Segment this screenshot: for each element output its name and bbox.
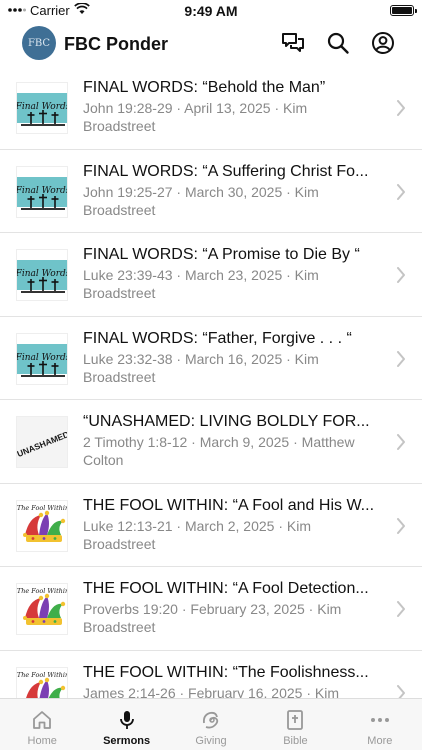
chevron-right-icon — [396, 350, 406, 367]
bible-icon — [284, 709, 306, 731]
sermon-title: “UNASHAMED: LIVING BOLDLY FOR... — [83, 413, 370, 430]
svg-text:The Fool Within: The Fool Within — [17, 504, 68, 512]
sermon-text: THE FOOL WITHIN: “The Foolishness... Jame… — [83, 663, 383, 699]
sermon-subtitle: James 2:14-26 · February 16, 2025 · Kim … — [83, 684, 340, 699]
sermon-row[interactable]: The Fool Within THE FOOL WITHIN: “The Foo… — [0, 651, 422, 699]
sermon-subtitle: John 19:25-27 · March 30, 2025 · Kim Bro… — [83, 183, 319, 218]
sermon-row[interactable]: The Fool Within THE FOOL WITHIN: “A Fool … — [0, 484, 422, 567]
status-time: 9:49 AM — [184, 3, 238, 19]
profile-icon[interactable] — [370, 30, 396, 56]
search-icon[interactable] — [325, 30, 351, 56]
microphone-icon — [116, 709, 138, 731]
sermon-row[interactable]: Final Words FINAL WORDS: “Father, Forgive… — [0, 317, 422, 400]
tab-label: More — [367, 735, 393, 747]
chevron-right-icon — [396, 684, 406, 698]
sermon-text: FINAL WORDS: “Father, Forgive . . . “ Luk… — [83, 329, 383, 386]
sermon-row[interactable]: Final Words FINAL WORDS: “Behold the Man”… — [0, 66, 422, 150]
sermon-subtitle: Luke 23:32-38 · March 16, 2025 · Kim Bro… — [83, 350, 319, 385]
app-title: FBC Ponder — [64, 34, 169, 54]
svg-text:The Fool Within: The Fool Within — [17, 587, 68, 595]
giving-icon — [200, 709, 222, 731]
sermon-title: THE FOOL WITHIN: “The Foolishness... — [83, 663, 369, 681]
tab-home[interactable]: Home — [0, 699, 84, 750]
tab-more[interactable]: More — [338, 699, 422, 750]
chevron-right-icon — [396, 434, 406, 450]
sermon-text: FINAL WORDS: “A Promise to Die By “ Luke … — [83, 245, 383, 302]
sermon-title: THE FOOL WITHIN: “A Fool and His W... — [83, 496, 375, 514]
tab-sermons[interactable]: Sermons — [84, 699, 168, 750]
sermon-subtitle: John 19:28-29 · April 13, 2025 · Kim Bro… — [83, 100, 308, 134]
sermon-list[interactable]: Final Words FINAL WORDS: “Behold the Man”… — [0, 66, 422, 698]
logo-text: FBC — [27, 37, 51, 49]
chevron-right-icon — [396, 601, 406, 617]
sermon-row[interactable]: UNASHAMED “UNASHAMED: LIVING BOLDLY FOR..… — [0, 400, 422, 484]
sermon-subtitle: 2 Timothy 1:8-12 · March 9, 2025 · Matth… — [83, 434, 355, 468]
sermon-title: FINAL WORDS: “Father, Forgive . . . “ — [83, 329, 352, 347]
sermon-row[interactable]: Final Words FINAL WORDS: “A Promise to Di… — [0, 233, 422, 317]
svg-text:The Fool Within: The Fool Within — [17, 671, 68, 679]
sermon-thumbnail: Final Words — [16, 249, 68, 301]
sermon-title: FINAL WORDS: “Behold the Man” — [83, 79, 326, 96]
chevron-right-icon — [396, 517, 406, 534]
sermon-text: THE FOOL WITHIN: “A Fool Detection... Pro… — [83, 579, 383, 636]
status-bar: Carrier 9:49 AM — [0, 0, 422, 22]
chevron-right-icon — [396, 100, 406, 116]
sermon-thumbnail: Final Words — [16, 165, 68, 218]
sermon-text: THE FOOL WITHIN: “A Fool and His W... Luk… — [83, 496, 383, 553]
battery-icon — [390, 5, 417, 16]
tab-bar: Home Sermons Giving Bible More — [0, 698, 422, 750]
sermon-subtitle: Proverbs 19:20 · February 23, 2025 · Kim… — [83, 601, 342, 635]
sermon-row[interactable]: The Fool Within THE FOOL WITHIN: “A Fool … — [0, 567, 422, 651]
tab-bible[interactable]: Bible — [253, 699, 337, 750]
tab-giving[interactable]: Giving — [169, 699, 253, 750]
sermon-thumbnail: Final Words — [16, 332, 68, 385]
sermon-text: “UNASHAMED: LIVING BOLDLY FOR... 2 Timoth… — [83, 412, 383, 469]
sermon-thumbnail: The Fool Within — [16, 666, 68, 698]
church-logo[interactable]: FBC — [22, 26, 56, 60]
sermon-thumbnail: UNASHAMED — [16, 416, 68, 468]
home-icon — [31, 709, 53, 731]
sermon-thumbnail: The Fool Within — [16, 499, 68, 552]
sermon-subtitle: Luke 23:39-43 · March 23, 2025 · Kim Bro… — [83, 267, 319, 301]
sermon-text: FINAL WORDS: “Behold the Man” John 19:28-… — [83, 78, 383, 135]
chat-icon[interactable] — [280, 30, 306, 56]
more-icon — [369, 709, 391, 731]
sermon-title: FINAL WORDS: “A Suffering Christ Fo... — [83, 162, 369, 180]
sermon-subtitle: Luke 12:13-21 · March 2, 2025 · Kim Broa… — [83, 517, 312, 552]
sermon-text: FINAL WORDS: “A Suffering Christ Fo... Jo… — [83, 162, 383, 219]
sermon-title: FINAL WORDS: “A Promise to Die By “ — [83, 246, 360, 263]
chevron-right-icon — [396, 267, 406, 283]
chevron-right-icon — [396, 183, 406, 200]
sermon-thumbnail: The Fool Within — [16, 583, 68, 635]
sermon-thumbnail: Final Words — [16, 82, 68, 134]
tab-label: Sermons — [103, 735, 151, 747]
sermon-row[interactable]: Final Words FINAL WORDS: “A Suffering Chr… — [0, 150, 422, 233]
sermon-title: THE FOOL WITHIN: “A Fool Detection... — [83, 580, 369, 597]
tab-label: Bible — [283, 735, 308, 747]
app-header: FBC FBC Ponder — [0, 24, 422, 66]
tab-label: Giving — [195, 735, 227, 747]
tab-label: Home — [27, 735, 57, 747]
